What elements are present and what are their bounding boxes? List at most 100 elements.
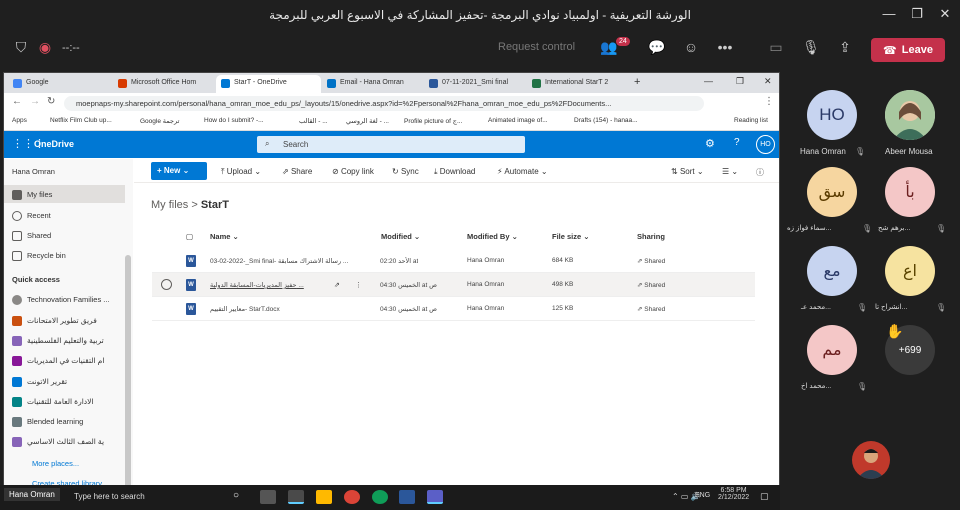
reload-icon[interactable]: ↻ (47, 96, 55, 107)
bookmark-netflix[interactable]: Netflix Film Club up... (50, 117, 112, 124)
quick-access-item[interactable]: Technovation Families ... (12, 295, 110, 306)
new-button[interactable]: + New ⌄ (151, 162, 207, 180)
sidebar-item-shared[interactable]: Shared (12, 231, 51, 242)
column-modified-by[interactable]: Modified By ⌄ (467, 232, 518, 241)
table-row[interactable]: W حفيز المديريات-المسابقة الدولية ... ⇗ … (152, 273, 755, 297)
mic-off-icon[interactable]: 🎙 (800, 39, 822, 56)
row-share-icon[interactable]: ⇗ (334, 281, 340, 289)
maximize-icon[interactable]: ❐ (907, 6, 927, 22)
sidebar-item-recycle-bin[interactable]: Recycle bin (12, 251, 66, 262)
quick-access-item[interactable]: فريق تطوير الامتحانات (12, 316, 97, 327)
info-icon[interactable]: ⓘ (756, 167, 764, 178)
sync-button[interactable]: ↻ Sync (392, 167, 419, 176)
tab-email[interactable]: Email - Hana Omran (322, 75, 422, 93)
share-button[interactable]: ⇗ Share (282, 167, 312, 176)
avatar[interactable]: HO (756, 135, 775, 154)
bookmark-translate[interactable]: Google ترجمة (140, 117, 179, 125)
close-icon[interactable]: ✕ (764, 76, 772, 87)
settings-icon[interactable]: ⚙ (705, 137, 715, 150)
browser-menu-icon[interactable]: ⋮ (764, 96, 774, 107)
sort-button[interactable]: ⇅ Sort ⌄ (671, 167, 704, 176)
participant-avatar[interactable]: بأ (885, 167, 935, 217)
quick-access-item[interactable]: تقرير الاتونت (12, 377, 67, 388)
site-icon (12, 397, 22, 408)
column-modified[interactable]: Modified ⌄ (381, 232, 420, 241)
edge-icon[interactable] (372, 490, 388, 504)
widgets-icon[interactable] (260, 490, 276, 504)
bookmark-profile[interactable]: Profile picture of ج... (404, 117, 462, 125)
copy-link-button[interactable]: ⊘ Copy link (332, 167, 374, 176)
sidebar-item-recent[interactable]: Recent (12, 211, 51, 222)
minimize-icon[interactable]: — (879, 6, 899, 21)
file-explorer-icon[interactable] (316, 490, 332, 504)
close-icon[interactable]: ✕ (935, 6, 955, 22)
sidebar-item-my-files[interactable]: My files (12, 190, 52, 201)
tab-google[interactable]: Google (8, 75, 98, 93)
reactions-icon[interactable]: ☺ (680, 39, 702, 55)
shield-icon[interactable]: ⛉ (10, 39, 32, 56)
minimize-icon[interactable]: — (704, 76, 713, 86)
new-tab-icon[interactable]: + (634, 76, 640, 88)
teams-taskbar-icon[interactable] (427, 490, 443, 504)
table-row[interactable]: W معايير التقييم- StarT.docx الخميس 04:3… (152, 297, 755, 321)
bookmark-russian[interactable]: لغة الروسي - ... (346, 117, 389, 125)
file-name[interactable]: معايير التقييم- StarT.docx (210, 305, 375, 313)
breadcrumb-root[interactable]: My files (151, 199, 188, 211)
sidebar-scrollbar[interactable] (125, 255, 131, 505)
upload-button[interactable]: ⤒ Upload ⌄ (221, 167, 261, 177)
column-name[interactable]: Name ⌄ (210, 232, 239, 241)
restore-icon[interactable]: ❐ (736, 76, 744, 87)
tab-word-doc[interactable]: 07-11-2021_Smi final (424, 75, 524, 93)
bookmark-submit[interactable]: How do I submit? -... (204, 117, 264, 124)
forward-icon[interactable]: → (30, 96, 40, 107)
search-input[interactable]: ⌕ Search (257, 136, 525, 153)
help-icon[interactable]: ? (734, 137, 740, 148)
file-name[interactable]: حفيز المديريات-المسابقة الدولية ... (210, 281, 320, 289)
row-checkbox[interactable] (161, 279, 172, 290)
view-options-icon[interactable]: ☰ ⌄ (722, 167, 738, 176)
bookmark-animated[interactable]: Animated image of... (488, 117, 548, 124)
leave-button[interactable]: ☎ Leave (871, 38, 945, 62)
chrome-profile-icon[interactable] (344, 490, 360, 504)
taskbar-search[interactable]: Type here to search (74, 492, 145, 501)
row-more-icon[interactable]: ⋮ (355, 281, 362, 289)
tab-start[interactable]: International StarT 2 (527, 75, 627, 93)
notifications-icon[interactable]: ▢ (760, 491, 769, 502)
participant-avatar[interactable]: اع (885, 246, 935, 296)
task-view-icon[interactable]: ○ (233, 490, 249, 504)
table-row[interactable]: W 03-02-2022-_Smi final- رسالة الاشتراك … (152, 249, 755, 273)
participant-avatar[interactable]: مع (807, 246, 857, 296)
participant-avatar[interactable]: مم (807, 325, 857, 375)
bookmark-reading-list[interactable]: Reading list (734, 117, 768, 124)
chat-icon[interactable]: 💬 (646, 39, 668, 56)
share-screen-icon[interactable]: ⇪ (834, 39, 856, 56)
more-places-link[interactable]: More places... (32, 459, 79, 468)
file-name[interactable]: 03-02-2022-_Smi final- رسالة الاشتراك مس… (210, 257, 375, 265)
participant-avatar[interactable]: HO (807, 90, 857, 140)
bookmark-apps[interactable]: Apps (12, 117, 27, 124)
quick-access-item[interactable]: ية الصف الثالث الاساسي (12, 437, 104, 448)
camera-off-icon[interactable]: ▭ (765, 39, 787, 56)
word-taskbar-icon[interactable] (399, 490, 415, 504)
quick-access-item[interactable]: ام التقنيات في المديريات (12, 356, 104, 367)
url-field[interactable]: moepnaps-my.sharepoint.com/personal/hana… (64, 96, 704, 111)
back-icon[interactable]: ← (12, 96, 22, 107)
tab-office[interactable]: Microsoft Office Hom (113, 75, 203, 93)
chrome-icon[interactable] (288, 490, 304, 504)
quick-access-item[interactable]: تربية والتعليم الفلسطينية (12, 336, 104, 347)
quick-access-item[interactable]: الادارة العامة للتقنيات (12, 397, 94, 408)
request-control-button[interactable]: Request control (498, 41, 575, 53)
clock[interactable]: 6:58 PM 2/12/2022 (718, 487, 749, 501)
more-options-icon[interactable]: ••• (714, 39, 736, 55)
participant-avatar[interactable]: سق (807, 167, 857, 217)
language-indicator[interactable]: ENG (695, 492, 710, 499)
bookmark-template[interactable]: القالب - ... (299, 117, 328, 125)
participant-avatar[interactable] (885, 90, 935, 140)
download-button[interactable]: ⤓ Download (434, 167, 475, 177)
quick-access-item[interactable]: Blended learning (12, 417, 83, 428)
bookmark-drafts[interactable]: Drafts (154) - hanaa... (574, 117, 638, 124)
column-file-size[interactable]: File size ⌄ (552, 232, 590, 241)
column-sharing[interactable]: Sharing (637, 232, 665, 241)
tab-onedrive[interactable]: StarT - OneDrive (216, 75, 321, 93)
automate-button[interactable]: ⚡ Automate ⌄ (497, 167, 548, 176)
